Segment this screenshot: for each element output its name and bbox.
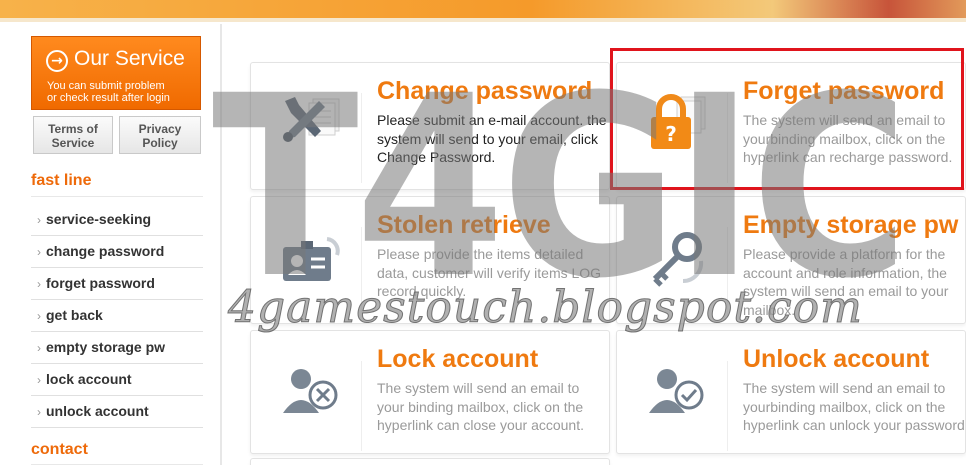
section-divider <box>31 196 203 197</box>
card-title: Empty storage pw <box>743 211 959 239</box>
highlight-box <box>610 48 964 190</box>
card-stolen-retrieve[interactable]: Stolen retrieve Please provide the items… <box>250 196 610 324</box>
chevron-right-icon: › <box>37 341 41 355</box>
card-lock-account[interactable]: Lock account The system will send an ema… <box>250 330 610 454</box>
fast-link-unlock-account[interactable]: › unlock account <box>31 396 203 428</box>
chevron-right-icon: › <box>37 245 41 259</box>
contact-heading: contact <box>31 441 88 458</box>
fast-link-service-seeking[interactable]: › service-seeking <box>31 204 203 236</box>
card-description: Please provide the items detailed data, … <box>377 246 602 299</box>
terms-of-service-button[interactable]: Terms of Service <box>33 116 113 154</box>
card-title: Lock account <box>377 345 539 373</box>
user-lock-icon <box>275 355 347 427</box>
card-description: Please provide a platform for the accoun… <box>743 246 949 318</box>
chevron-right-icon: › <box>37 309 41 323</box>
id-card-icon <box>275 221 347 293</box>
card-description: The system will send an email to yourbin… <box>743 380 965 433</box>
fast-link-lock-account[interactable]: › lock account <box>31 364 203 396</box>
tools-icon <box>275 87 347 159</box>
card-empty-storage-pw[interactable]: Empty storage pw Please provide a platfo… <box>616 196 966 324</box>
card-title: Stolen retrieve <box>377 211 551 239</box>
card-title: Change password <box>377 77 593 105</box>
fast-link-get-back[interactable]: › get back <box>31 300 203 332</box>
card-description: The system will send an email to your bi… <box>377 380 584 433</box>
card-divider <box>361 227 362 317</box>
card-description: Please submit an e-mail account. the sys… <box>377 112 607 165</box>
card-divider <box>727 227 728 317</box>
chevron-right-icon: › <box>37 213 41 227</box>
privacy-policy-button[interactable]: Privacy Policy <box>119 116 201 154</box>
key-icon <box>641 221 713 293</box>
user-check-icon <box>641 355 713 427</box>
card-title: Unlock account <box>743 345 930 373</box>
card-partial <box>250 458 610 465</box>
card-divider <box>361 361 362 451</box>
chevron-right-icon: › <box>37 277 41 291</box>
sidebar: → Our Service You can submit problem or … <box>14 24 222 465</box>
fast-link-empty-storage-pw[interactable]: › empty storage pw <box>31 332 203 364</box>
our-service-subtitle: You can submit problem or check result a… <box>47 80 170 104</box>
top-banner <box>0 0 966 22</box>
card-unlock-account[interactable]: Unlock account The system will send an e… <box>616 330 966 454</box>
our-service-title: Our Service <box>74 47 185 70</box>
fast-line-heading: fast line <box>31 172 92 189</box>
fast-link-change-password[interactable]: › change password <box>31 236 203 268</box>
arrow-right-icon: → <box>46 50 68 72</box>
fast-link-forget-password[interactable]: › forget password <box>31 268 203 300</box>
chevron-right-icon: › <box>37 405 41 419</box>
our-service-button[interactable]: → Our Service You can submit problem or … <box>31 36 201 110</box>
chevron-right-icon: › <box>37 373 41 387</box>
fast-line-list: › service-seeking › change password › forge… <box>31 204 203 428</box>
card-divider <box>727 361 728 451</box>
card-divider <box>361 93 362 183</box>
card-change-password[interactable]: Change password Please submit an e-mail … <box>250 62 610 190</box>
